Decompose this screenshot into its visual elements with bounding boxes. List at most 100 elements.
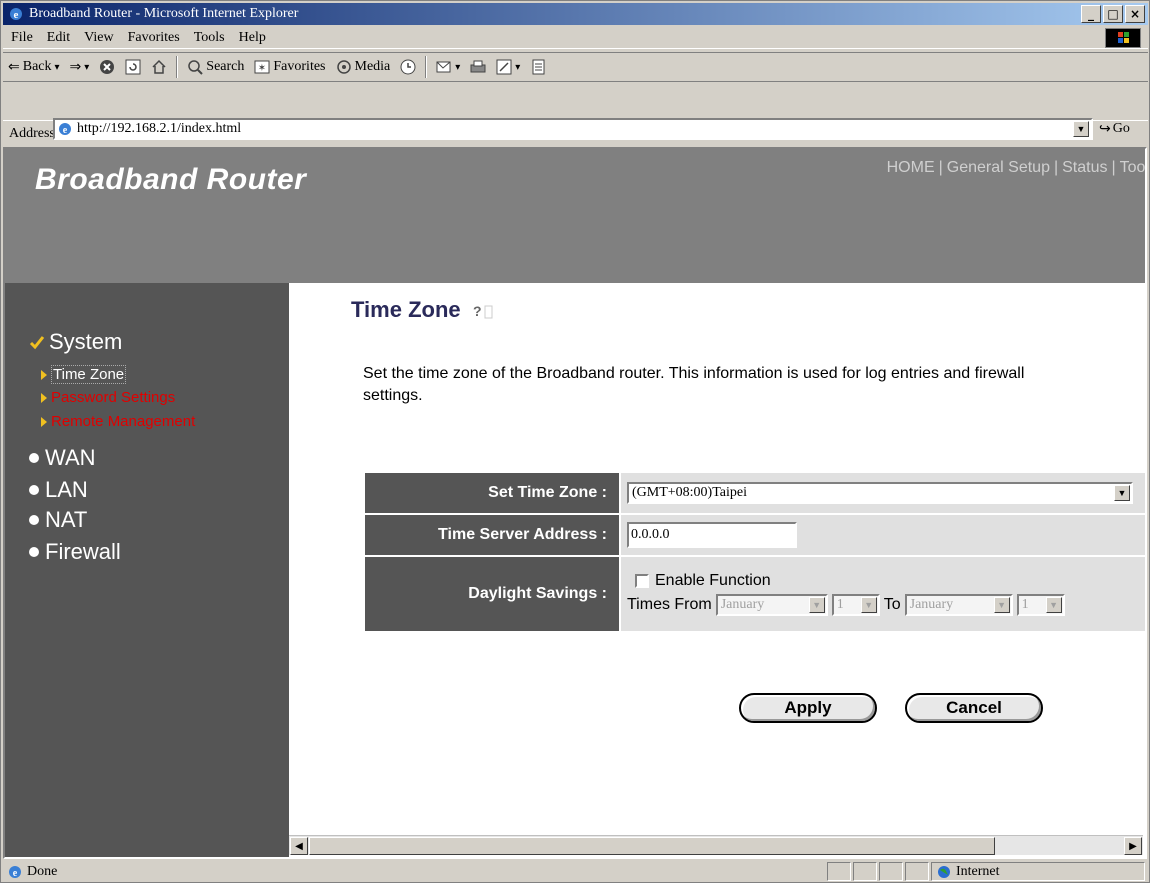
nav-separator: | (1111, 159, 1116, 176)
maximize-button[interactable]: □ (1103, 5, 1123, 23)
edit-button[interactable]: ▾ (496, 59, 520, 75)
minimize-button[interactable]: _ (1081, 5, 1101, 23)
menu-favorites[interactable]: Favorites (128, 30, 180, 46)
nav-general-setup[interactable]: General Setup (947, 159, 1050, 176)
sidebar-item-wan[interactable]: WAN (29, 445, 96, 471)
time-server-input[interactable]: 0.0.0.0 (627, 522, 797, 548)
back-arrow-icon: ⇐ (8, 59, 20, 75)
from-day-select[interactable]: 1 ▼ (831, 594, 880, 616)
print-button[interactable] (470, 59, 486, 75)
chevron-down-icon: ▼ (808, 597, 825, 613)
form-row-time-zone: Set Time Zone : (GMT+08:00)Taipei ▼ (365, 473, 1145, 515)
chevron-down-icon: ▼ (1114, 485, 1130, 501)
refresh-button[interactable] (125, 59, 141, 75)
time-server-cell: 0.0.0.0 (621, 515, 1145, 555)
chevron-down-icon: ▾ (515, 61, 521, 73)
edit-icon (496, 59, 512, 75)
status-bar: e Done Internet (3, 861, 1148, 882)
svg-text:?: ? (473, 303, 482, 319)
discuss-button[interactable] (530, 59, 546, 75)
scrollbar-thumb[interactable] (309, 837, 995, 855)
favorites-button[interactable]: ✶ Favorites (254, 59, 326, 75)
menu-bar: File Edit View Favorites Tools Help (3, 27, 1148, 49)
time-zone-select[interactable]: (GMT+08:00)Taipei ▼ (627, 482, 1133, 504)
media-button[interactable]: Media (336, 59, 390, 75)
svg-text:✶: ✶ (258, 63, 266, 74)
time-server-label: Time Server Address : (365, 515, 621, 555)
sidebar-subitem-remote-management[interactable]: Remote Management (41, 413, 195, 430)
security-zone: Internet (931, 862, 1145, 881)
top-nav: HOME | General Setup | Status | Tool (887, 159, 1145, 177)
go-button[interactable]: ↪ Go (1099, 118, 1130, 140)
apply-button[interactable]: Apply (739, 693, 877, 723)
nav-separator: | (1053, 159, 1059, 176)
address-dropdown-button[interactable]: ▼ (1073, 121, 1089, 137)
menu-file[interactable]: File (11, 30, 33, 46)
time-zone-cell: (GMT+08:00)Taipei ▼ (621, 473, 1145, 513)
menu-view[interactable]: View (84, 30, 113, 46)
nav-home[interactable]: HOME (887, 159, 935, 176)
page-done-icon: e (9, 865, 21, 879)
horizontal-scrollbar[interactable]: ◀ ▶ (289, 835, 1143, 855)
scroll-right-icon[interactable]: ▶ (1124, 837, 1142, 855)
page-description: Set the time zone of the Broadband route… (363, 365, 1025, 404)
windows-logo-icon (1105, 28, 1141, 48)
bullet-icon (29, 453, 39, 463)
arrow-right-icon (41, 392, 47, 403)
sidebar-item-lan[interactable]: LAN (29, 477, 88, 503)
to-month-select[interactable]: January ▼ (904, 594, 1013, 616)
history-icon (400, 59, 416, 75)
address-input[interactable]: e http://192.168.2.1/index.html ▼ (53, 118, 1093, 140)
forward-button[interactable]: ⇒ ▾ (70, 59, 90, 76)
scroll-left-icon[interactable]: ◀ (290, 837, 308, 855)
home-icon (152, 59, 166, 74)
from-month-select[interactable]: January ▼ (715, 594, 828, 616)
nav-tool[interactable]: Tool (1120, 159, 1145, 176)
menu-tools[interactable]: Tools (194, 30, 225, 46)
home-button[interactable] (151, 59, 167, 75)
refresh-icon (125, 59, 141, 75)
enable-function-label: Enable Function (655, 572, 771, 589)
chevron-down-icon: ▼ (860, 597, 877, 613)
sidebar-item-system[interactable]: System (29, 329, 122, 355)
sidebar: System Time Zone Password Settings Remot… (5, 283, 289, 857)
search-button[interactable]: Search (187, 59, 244, 75)
web-page: Broadband Router HOME | General Setup | Stat… (3, 147, 1147, 859)
main-content: Time Zone ? Set the time zone of the Bro… (289, 283, 1145, 853)
document-icon (532, 59, 545, 75)
form-row-daylight: Daylight Savings : Enable Function Times… (365, 557, 1145, 633)
svg-text:e: e (14, 9, 19, 21)
close-button[interactable]: × (1125, 5, 1145, 23)
help-icon[interactable]: ? (469, 300, 495, 320)
globe-icon (938, 865, 950, 878)
menu-edit[interactable]: Edit (47, 30, 70, 46)
favorites-icon: ✶ (254, 60, 270, 74)
arrow-right-icon (41, 416, 47, 427)
stop-button[interactable] (99, 59, 115, 75)
mail-button[interactable]: ▾ (436, 59, 460, 75)
time-zone-form: Set Time Zone : (GMT+08:00)Taipei ▼ Time… (365, 473, 1145, 633)
stop-icon (100, 60, 115, 74)
sidebar-item-firewall[interactable]: Firewall (29, 539, 121, 565)
sidebar-subitem-password-settings[interactable]: Password Settings (41, 389, 175, 406)
sidebar-item-nat[interactable]: NAT (29, 507, 87, 533)
ie-icon: e (10, 8, 22, 21)
status-cell (905, 862, 929, 881)
page-icon: e (59, 123, 71, 136)
chevron-down-icon: ▾ (455, 61, 461, 73)
history-button[interactable] (400, 59, 416, 75)
to-day-select[interactable]: 1 ▼ (1016, 594, 1065, 616)
menu-help[interactable]: Help (239, 30, 266, 46)
status-cell (853, 862, 877, 881)
enable-function-checkbox[interactable] (635, 574, 649, 588)
back-button[interactable]: ⇐ Back ▾ (8, 59, 60, 76)
chevron-down-icon: ▾ (54, 61, 60, 73)
arrow-right-icon (41, 369, 47, 380)
sidebar-subitem-time-zone[interactable]: Time Zone (41, 365, 127, 384)
forward-arrow-icon: ⇒ (69, 59, 82, 75)
chevron-down-icon: ▼ (993, 597, 1010, 613)
status-cell (827, 862, 851, 881)
status-cell (879, 862, 903, 881)
cancel-button[interactable]: Cancel (905, 693, 1043, 723)
nav-status[interactable]: Status (1062, 159, 1107, 176)
